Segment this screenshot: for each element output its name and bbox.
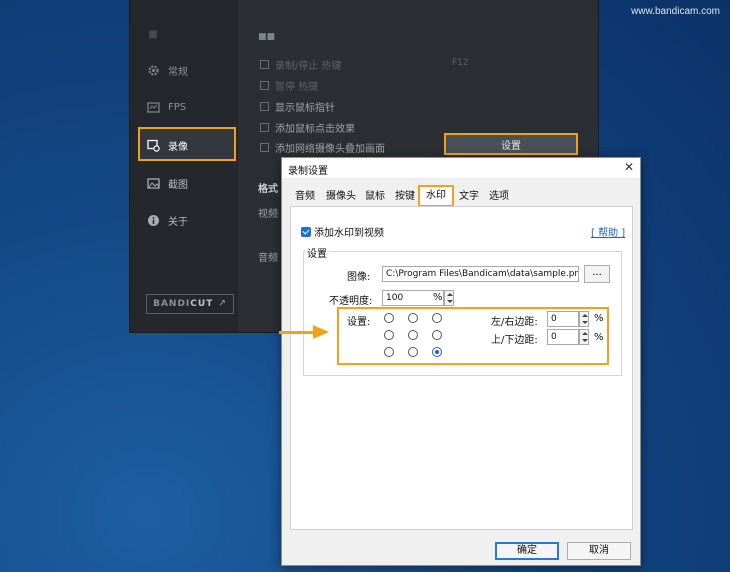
option-label: 添加鼠标点击效果 <box>275 124 355 135</box>
position-radio-4[interactable] <box>408 330 418 340</box>
sidebar-item-general[interactable]: 常规 <box>146 60 188 80</box>
checkbox[interactable] <box>260 102 269 111</box>
opacity-stepper[interactable] <box>444 290 454 306</box>
option-pause-hotkey[interactable]: 暂停 热键 <box>260 78 318 93</box>
sidebar-item-label: 常规 <box>168 66 188 78</box>
gear-icon <box>146 63 160 77</box>
browse-button[interactable]: ... <box>584 265 610 283</box>
fps-icon <box>146 100 160 114</box>
opacity-unit-text: % <box>433 292 443 303</box>
position-radio-0[interactable] <box>384 313 394 323</box>
video-settings-icon <box>146 138 160 152</box>
tab-keys[interactable]: 按键 <box>392 189 418 205</box>
settings-button[interactable]: 设置 <box>444 133 578 155</box>
tb-margin-input[interactable]: 0 <box>547 329 579 345</box>
close-icon[interactable]: ✕ <box>624 160 634 174</box>
sidebar-item-about[interactable]: 关于 <box>146 210 188 230</box>
info-icon <box>146 213 160 227</box>
checkbox[interactable] <box>260 143 269 152</box>
lr-margin-input[interactable]: 0 <box>547 311 579 327</box>
settings-group-title: 设置 <box>305 245 329 260</box>
audio-label: 音频 <box>258 253 278 264</box>
pointer-arrow-line <box>279 331 315 334</box>
recording-settings-dialog: 录制设置 ✕ 音频 摄像头 鼠标 按键 水印 文字 选项 添加水印到视频 [ 帮… <box>281 157 641 566</box>
position-radio-5[interactable] <box>432 330 442 340</box>
position-radio-8[interactable] <box>432 347 442 357</box>
tab-audio[interactable]: 音频 <box>292 189 318 205</box>
format-label: 格式 <box>258 184 278 195</box>
option-label: 显示鼠标指针 <box>275 103 335 114</box>
image-path-input[interactable]: C:\Program Files\Bandicam\data\sample.pn… <box>382 266 579 282</box>
section-heading-faded: ■■ <box>258 32 276 42</box>
checkbox[interactable] <box>260 81 269 90</box>
sidebar-item-label: 录像 <box>168 141 188 153</box>
record-hotkey-value: F12 <box>452 58 469 68</box>
opacity-unit: % <box>433 292 443 303</box>
video-label: 视频 <box>258 209 278 220</box>
lr-margin-stepper[interactable] <box>579 311 589 327</box>
position-radio-6[interactable] <box>384 347 394 357</box>
help-link[interactable]: [ 帮助 ] <box>591 224 625 239</box>
checkbox-checked[interactable] <box>301 226 311 237</box>
tab-watermark[interactable]: 水印 <box>418 185 454 207</box>
add-watermark-label: 添加水印到视频 <box>314 228 384 239</box>
checkbox[interactable] <box>260 123 269 132</box>
sidebar-item-video[interactable]: 录像 <box>146 135 188 155</box>
tab-webcam[interactable]: 摄像头 <box>323 189 359 205</box>
ok-button[interactable]: 确定 <box>495 542 559 560</box>
option-click-effect[interactable]: 添加鼠标点击效果 <box>260 120 355 135</box>
image-label: 图像: <box>347 272 371 283</box>
lr-margin-label: 左/右边距: <box>491 317 538 328</box>
position-radio-2[interactable] <box>432 313 442 323</box>
tb-margin-label: 上/下边距: <box>491 335 538 346</box>
tab-options[interactable]: 选项 <box>486 189 512 205</box>
position-radio-1[interactable] <box>408 313 418 323</box>
cancel-button[interactable]: 取消 <box>567 542 631 560</box>
pointer-arrow-icon <box>313 325 329 339</box>
checkbox[interactable] <box>260 60 269 69</box>
image-icon <box>146 176 160 190</box>
tab-mouse[interactable]: 鼠标 <box>362 189 388 205</box>
tb-margin-stepper[interactable] <box>579 329 589 345</box>
watermark-text: www.bandicam.com <box>631 6 720 17</box>
option-label: 录制/停止 热键 <box>275 61 342 72</box>
option-webcam-overlay[interactable]: 添加网络摄像头叠加画面 <box>260 140 385 155</box>
option-show-cursor[interactable]: 显示鼠标指针 <box>260 99 335 114</box>
sidebar-item-label: FPS <box>168 101 187 113</box>
tab-text[interactable]: 文字 <box>456 189 482 205</box>
bandicut-suffix: CUT <box>190 299 214 309</box>
position-label: 设置: <box>347 317 371 328</box>
sidebar-item-label: 截图 <box>168 179 188 191</box>
external-link-icon: ↗ <box>218 299 227 309</box>
dialog-titlebar: 录制设置 ✕ <box>282 158 640 178</box>
position-radio-3[interactable] <box>384 330 394 340</box>
lr-margin-unit: % <box>594 313 604 324</box>
sidebar-item-faded: ■ <box>146 24 160 44</box>
option-record-hotkey[interactable]: 录制/停止 热键 <box>260 57 342 72</box>
sidebar-item-label: 关于 <box>168 216 188 228</box>
sidebar-item-screenshot[interactable]: 截图 <box>146 173 188 193</box>
opacity-label: 不透明度: <box>329 296 373 307</box>
dialog-title: 录制设置 <box>288 166 328 177</box>
watermark-panel: 添加水印到视频 [ 帮助 ] 设置 图像: C:\Program Files\B… <box>290 206 633 530</box>
tb-margin-unit: % <box>594 332 604 343</box>
home-icon: ■ <box>148 28 158 40</box>
add-watermark-checkbox[interactable]: 添加水印到视频 <box>301 224 384 239</box>
option-label: 暂停 热键 <box>275 82 319 93</box>
bandicut-prefix: BANDI <box>153 299 191 309</box>
bandicut-logo-button[interactable]: BANDI CUT ↗ <box>146 294 234 314</box>
position-radio-7[interactable] <box>408 347 418 357</box>
sidebar: ■ 常规 FPS 录像 截图 关于 BANDI CUT ↗ <box>130 0 238 332</box>
option-label: 添加网络摄像头叠加画面 <box>275 144 385 155</box>
sidebar-item-fps[interactable]: FPS <box>146 97 186 117</box>
